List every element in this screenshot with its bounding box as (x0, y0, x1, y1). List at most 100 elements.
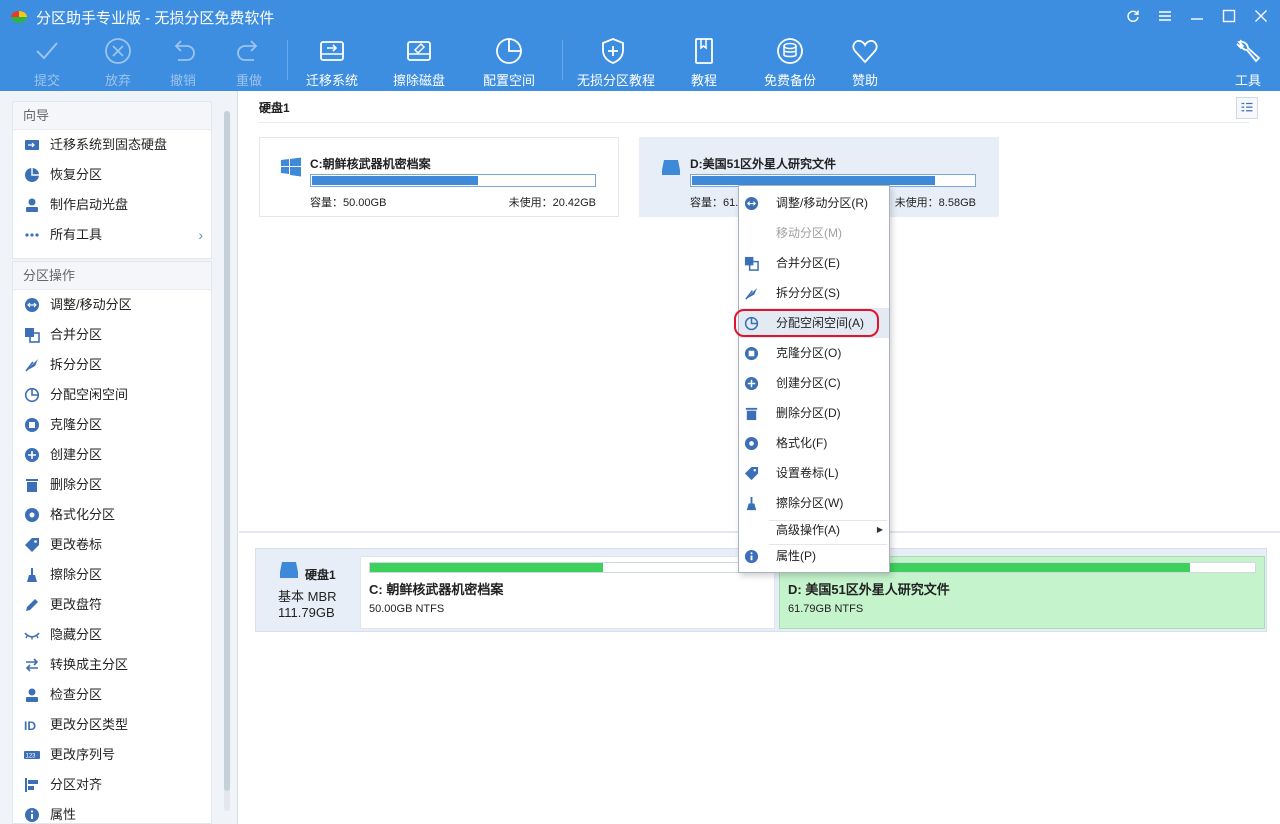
disk-name: 硬盘1 (305, 568, 336, 582)
op-change-serial[interactable]: 123 更改序列号 (13, 740, 211, 770)
op-align-partition[interactable]: 分区对齐 (13, 770, 211, 800)
op-allocate-space[interactable]: 分配空闲空间 (13, 380, 211, 410)
op-label: 调整/移动分区 (50, 297, 132, 312)
menu-item-clone[interactable]: 克隆分区(O) (739, 338, 889, 368)
format-icon (25, 508, 39, 522)
left-scrollbar[interactable] (224, 111, 230, 811)
undo-button[interactable]: 撤销 (148, 36, 218, 89)
title-bar: 分区助手专业版 - 无损分区免费软件 (0, 0, 1280, 32)
menu-item-delete[interactable]: 删除分区(D) (739, 398, 889, 428)
info-icon (25, 808, 39, 822)
op-properties[interactable]: 属性 (13, 800, 211, 823)
guide-item-bootable-media[interactable]: 制作启动光盘 (13, 190, 211, 220)
op-label: 隐藏分区 (50, 627, 103, 642)
menu-item-resize-move[interactable]: 调整/移动分区(R) (739, 188, 889, 218)
op-create-partition[interactable]: 创建分区 (13, 440, 211, 470)
refresh-icon[interactable] (1122, 6, 1144, 26)
drive-icon (662, 160, 680, 175)
op-label: 格式化分区 (50, 507, 116, 522)
wipe-disk-label: 擦除磁盘 (392, 73, 445, 88)
free-backup-label: 免费备份 (763, 73, 816, 88)
tutorial-button[interactable]: 教程 (669, 36, 739, 89)
menu-item-label: 拆分分区(S) (776, 286, 840, 300)
op-check-partition[interactable]: 检查分区 (13, 680, 211, 710)
op-change-drive-letter[interactable]: 更改盘符 (13, 590, 211, 620)
migrate-os-button[interactable]: 迁移系统 (297, 36, 367, 89)
op-convert-primary[interactable]: 转换成主分区 (13, 650, 211, 680)
menu-item-wipe[interactable]: 擦除分区(W) (739, 488, 889, 518)
tag-icon (744, 466, 759, 481)
sponsor-button[interactable]: 赞助 (830, 36, 900, 89)
wipe-disk-button[interactable]: 擦除磁盘 (384, 36, 454, 89)
resize-move-icon (744, 196, 759, 211)
op-label: 克隆分区 (50, 417, 103, 432)
chevron-right-icon: › (198, 227, 203, 243)
tutorial-label: 教程 (690, 73, 717, 88)
op-hide-partition[interactable]: 隐藏分区 (13, 620, 211, 650)
op-label: 转换成主分区 (50, 657, 129, 672)
op-wipe-partition[interactable]: 擦除分区 (13, 560, 211, 590)
maximize-icon[interactable] (1218, 6, 1240, 26)
usage-fill (692, 176, 935, 185)
info-icon (744, 549, 759, 564)
map-partition-name: C: 朝鲜核武器机密档案 (369, 582, 504, 597)
migrate-disk-icon (320, 41, 344, 61)
submit-button[interactable]: 提交 (12, 36, 82, 89)
convert-icon (25, 658, 39, 672)
guide-item-migrate-ssd[interactable]: 迁移系统到固态硬盘 (13, 130, 211, 160)
op-change-label[interactable]: 更改卷标 (13, 530, 211, 560)
menu-item-format[interactable]: 格式化(F) (739, 428, 889, 458)
menu-item-label: 格式化(F) (776, 436, 828, 450)
menu-item-allocate-space[interactable]: 分配空闲空间(A) (739, 308, 889, 338)
merge-icon (25, 328, 40, 343)
partition-card-c[interactable]: C:朝鲜核武器机密档案 容量：50.00GB 未使用：20.42GB (259, 137, 619, 217)
disk-type: 基本 MBR (278, 589, 337, 604)
allocate-space-button[interactable]: 配置空间 (474, 36, 544, 89)
op-clone[interactable]: 克隆分区 (13, 410, 211, 440)
minimize-icon[interactable] (1186, 6, 1208, 26)
windows-icon (281, 157, 301, 177)
op-label: 更改卷标 (50, 537, 103, 552)
guide-section: 向导 迁移系统到固态硬盘 恢复分区 制作启动光盘 所有工具 › (12, 101, 212, 259)
partition-title: D:美国51区外星人研究文件 (690, 157, 837, 171)
split-icon (25, 359, 38, 372)
shield-plus-icon (602, 38, 624, 64)
tutorial-partition-button[interactable]: 无损分区教程 (577, 36, 655, 89)
op-format-partition[interactable]: 格式化分区 (13, 500, 211, 530)
close-icon[interactable] (1250, 6, 1272, 26)
redo-icon (237, 40, 258, 61)
disk-map-panel: 硬盘1 基本 MBR 111.79GB C: 朝鲜核武器机密档案 50.00GB… (239, 533, 1280, 824)
menu-item-merge[interactable]: 合并分区(E) (739, 248, 889, 278)
toolbar-separator (562, 40, 563, 80)
svg-text:ID: ID (24, 719, 36, 733)
op-change-partition-type[interactable]: ID 更改分区类型 (13, 710, 211, 740)
menu-icon[interactable] (1154, 6, 1176, 26)
free-backup-button[interactable]: 免费备份 (755, 36, 825, 89)
view-toggle-button[interactable] (1236, 97, 1258, 119)
guide-item-all-tools[interactable]: 所有工具 › (13, 220, 211, 250)
toolbar-separator (287, 40, 288, 80)
menu-item-set-label[interactable]: 设置卷标(L) (739, 458, 889, 488)
guide-item-label: 迁移系统到固态硬盘 (50, 137, 168, 152)
menu-item-move[interactable]: 移动分区(M) (739, 218, 889, 248)
op-merge[interactable]: 合并分区 (13, 320, 211, 350)
migrate-ssd-icon (25, 140, 39, 150)
menu-item-split[interactable]: 拆分分区(S) (739, 278, 889, 308)
op-split[interactable]: 拆分分区 (13, 350, 211, 380)
op-label: 拆分分区 (50, 357, 103, 372)
broom-icon (746, 496, 757, 511)
guide-heading: 向导 (13, 102, 211, 130)
tools-button[interactable]: 工具 (1220, 36, 1276, 89)
discard-button[interactable]: 放弃 (83, 36, 153, 89)
redo-button[interactable]: 重做 (214, 36, 284, 89)
op-label: 创建分区 (50, 447, 103, 462)
sponsor-label: 赞助 (851, 73, 878, 88)
op-resize-move[interactable]: 调整/移动分区 (13, 290, 211, 320)
map-partition-c[interactable]: C: 朝鲜核武器机密档案 50.00GB NTFS (360, 556, 775, 629)
scrollbar-thumb[interactable] (224, 111, 230, 791)
partition-title: C:朝鲜核武器机密档案 (310, 157, 431, 171)
menu-item-create[interactable]: 创建分区(C) (739, 368, 889, 398)
menu-item-properties[interactable]: 属性(P) (739, 541, 889, 571)
op-delete-partition[interactable]: 删除分区 (13, 470, 211, 500)
guide-item-recover-partition[interactable]: 恢复分区 (13, 160, 211, 190)
